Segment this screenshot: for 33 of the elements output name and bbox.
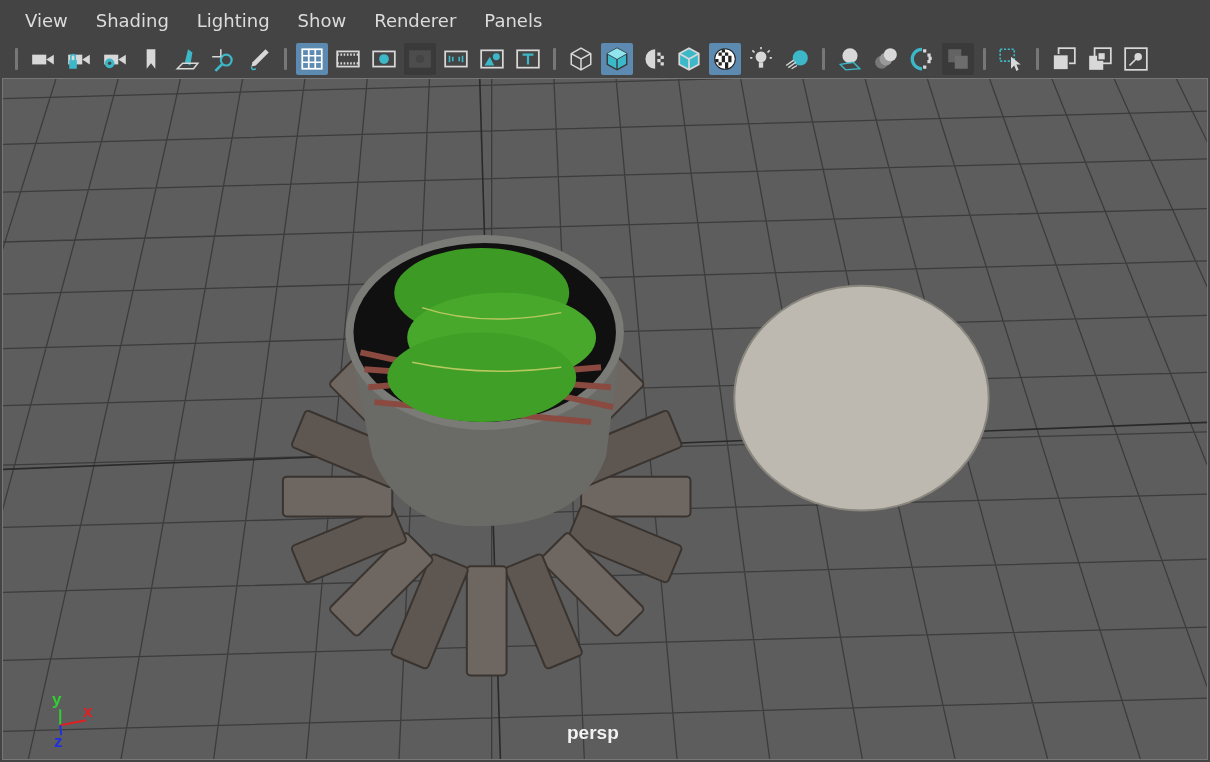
menu-item[interactable]: Shading [82, 5, 182, 35]
shapes-frame-icon [479, 46, 505, 72]
toolbar-handle-icon[interactable] [15, 48, 18, 70]
ring-icon [909, 46, 935, 72]
toolbar-handle-icon[interactable] [553, 48, 556, 70]
toolbar-button[interactable] [601, 43, 633, 75]
menu-item[interactable]: View [12, 5, 81, 35]
axis-label: x [83, 703, 93, 720]
overlapping-squares-icon [945, 46, 971, 72]
checker-sphere-icon [712, 46, 738, 72]
grid-icon [299, 46, 325, 72]
wire-shaded-cube-icon [676, 46, 702, 72]
toolbar-handle-icon[interactable] [1036, 48, 1039, 70]
axis-label: z [54, 733, 63, 750]
menu-item[interactable]: Lighting [183, 5, 283, 35]
shaded-cube-icon [604, 46, 630, 72]
camera-name: persp [567, 722, 619, 744]
menu-item[interactable]: Panels [471, 5, 556, 35]
toolbar-handle-icon[interactable] [983, 48, 986, 70]
pin-icon [1123, 46, 1149, 72]
stacked-squares-icon [1087, 46, 1113, 72]
stacked-squares-icon [1051, 46, 1077, 72]
axis-label: y [52, 691, 62, 708]
sphere-plane-icon [837, 46, 863, 72]
toolbar-handle-icon[interactable] [822, 48, 825, 70]
zoom-icon [210, 46, 236, 72]
blur-spheres-icon [873, 46, 899, 72]
wireframe-cube-icon [568, 46, 594, 72]
toolbar-button[interactable] [709, 43, 741, 75]
menu-item[interactable]: Renderer [361, 5, 470, 35]
toolbar-handle-icon[interactable] [284, 48, 287, 70]
menu-item[interactable]: Show [284, 5, 360, 35]
title-frame-icon [515, 46, 541, 72]
